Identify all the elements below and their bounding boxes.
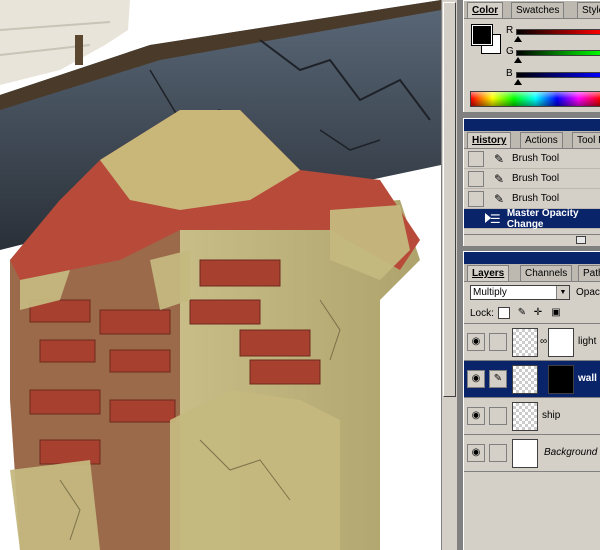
layer-link-cell[interactable]: [489, 333, 507, 351]
brush-icon: ✎: [493, 171, 505, 186]
layer-name: Background: [544, 447, 598, 458]
eye-icon[interactable]: ◉: [467, 370, 485, 388]
tab-paths[interactable]: Paths: [578, 265, 600, 281]
history-item[interactable]: ✎ Brush Tool: [464, 189, 600, 209]
layer-mask-thumbnail[interactable]: [548, 328, 574, 357]
layer-thumbnail: [512, 402, 538, 431]
blend-mode-value: Multiply: [473, 287, 507, 298]
palette-dock: Color Swatches Styles R G B History Acti…: [457, 0, 600, 550]
lock-all-icon[interactable]: ▣: [550, 307, 562, 319]
layer-row-light[interactable]: ◉ ∞ light: [464, 324, 600, 361]
blue-slider-handle[interactable]: [514, 79, 522, 85]
layer-thumbnail: [512, 328, 538, 357]
slider-label-b: B: [506, 68, 513, 79]
brush-icon: ✎: [493, 191, 505, 206]
lock-transparent-pixels-icon[interactable]: [498, 307, 510, 319]
scrollbar-thumb[interactable]: [443, 2, 456, 397]
layer-row-ship[interactable]: ◉ ship: [464, 398, 600, 435]
tab-actions[interactable]: Actions: [520, 132, 563, 148]
delete-state-icon[interactable]: [576, 236, 586, 244]
brush-icon: ✎: [493, 151, 505, 166]
history-snapshot-source[interactable]: [468, 190, 484, 207]
layer-mask-thumbnail[interactable]: [548, 365, 574, 394]
history-panel-footer: [464, 234, 600, 246]
history-snapshot-source[interactable]: [468, 170, 484, 187]
layer-link-cell[interactable]: [489, 444, 507, 462]
layer-thumbnail: [512, 439, 538, 468]
tab-tool-presets[interactable]: Tool Presets: [572, 132, 600, 148]
color-panel-tabs: Color Swatches Styles: [464, 1, 600, 19]
history-panel-tabs: History Actions Tool Presets: [464, 131, 600, 149]
layer-row-wall[interactable]: ◉ ✎ wall: [464, 361, 600, 398]
layers-panel-titlebar[interactable]: [464, 252, 600, 264]
chain-link-icon[interactable]: ∞: [540, 336, 547, 347]
history-item-label: Brush Tool: [512, 173, 560, 184]
layer-name: light: [578, 336, 597, 347]
layers-panel: Layers Channels Paths Multiply ▼ Opacity…: [463, 251, 600, 550]
tab-styles[interactable]: Styles: [577, 2, 600, 18]
blue-slider[interactable]: [516, 72, 600, 78]
layer-row-background[interactable]: ◉ Background: [464, 435, 600, 472]
lock-image-pixels-icon[interactable]: ✎: [516, 307, 528, 319]
photoshop-window: Color Swatches Styles R G B History Acti…: [0, 0, 600, 550]
layer-name: ship: [542, 410, 561, 421]
history-item[interactable]: ✎ Brush Tool: [464, 149, 600, 169]
history-snapshot-source[interactable]: [468, 210, 482, 227]
layer-name: wall: [578, 373, 597, 384]
lock-label: Lock:: [470, 308, 494, 319]
layer-thumbnail: [512, 365, 538, 394]
slider-label-r: R: [506, 25, 514, 36]
opacity-label: Opacity:: [576, 287, 600, 298]
chevron-down-icon[interactable]: ▼: [556, 286, 569, 299]
green-slider[interactable]: [516, 50, 600, 56]
lock-position-icon[interactable]: ✛: [532, 307, 544, 319]
eye-icon[interactable]: ◉: [467, 444, 485, 462]
canvas-vertical-scrollbar[interactable]: [441, 0, 457, 550]
tab-channels[interactable]: Channels: [520, 265, 573, 281]
foreground-color-swatch[interactable]: [471, 24, 493, 46]
brush-icon[interactable]: ✎: [489, 370, 507, 388]
red-slider-handle[interactable]: [514, 36, 522, 42]
history-item[interactable]: ✎ Brush Tool: [464, 169, 600, 189]
red-slider[interactable]: [516, 29, 600, 35]
blend-mode-select[interactable]: Multiply ▼: [470, 285, 570, 300]
tab-history[interactable]: History: [467, 132, 512, 148]
history-item-selected[interactable]: ☰ Master Opacity Change: [464, 207, 600, 230]
color-spectrum-bar[interactable]: [470, 91, 600, 107]
history-snapshot-source[interactable]: [468, 150, 484, 167]
history-state-slider-icon[interactable]: [485, 213, 491, 223]
lock-row: Lock: ✎ ✛ ▣: [464, 304, 600, 324]
tab-layers[interactable]: Layers: [467, 265, 510, 281]
color-panel: Color Swatches Styles R G B: [463, 0, 600, 112]
history-item-label: Master Opacity Change: [506, 207, 579, 230]
slider-label-g: G: [506, 46, 514, 57]
layer-link-cell[interactable]: [489, 407, 507, 425]
layers-panel-tabs: Layers Channels Paths: [464, 264, 600, 282]
blend-options-row: Multiply ▼ Opacity:: [464, 282, 600, 304]
history-panel: History Actions Tool Presets ✎ Brush Too…: [463, 118, 600, 246]
history-item-label: Brush Tool: [512, 193, 560, 204]
history-item-label: Brush Tool: [512, 153, 560, 164]
eye-icon[interactable]: ◉: [467, 407, 485, 425]
canvas-image: [0, 0, 441, 550]
document-canvas[interactable]: [0, 0, 441, 550]
history-panel-titlebar[interactable]: [464, 119, 600, 131]
eye-icon[interactable]: ◉: [467, 333, 485, 351]
tab-swatches[interactable]: Swatches: [511, 2, 565, 18]
green-slider-handle[interactable]: [514, 57, 522, 63]
tab-color[interactable]: Color: [467, 2, 504, 18]
